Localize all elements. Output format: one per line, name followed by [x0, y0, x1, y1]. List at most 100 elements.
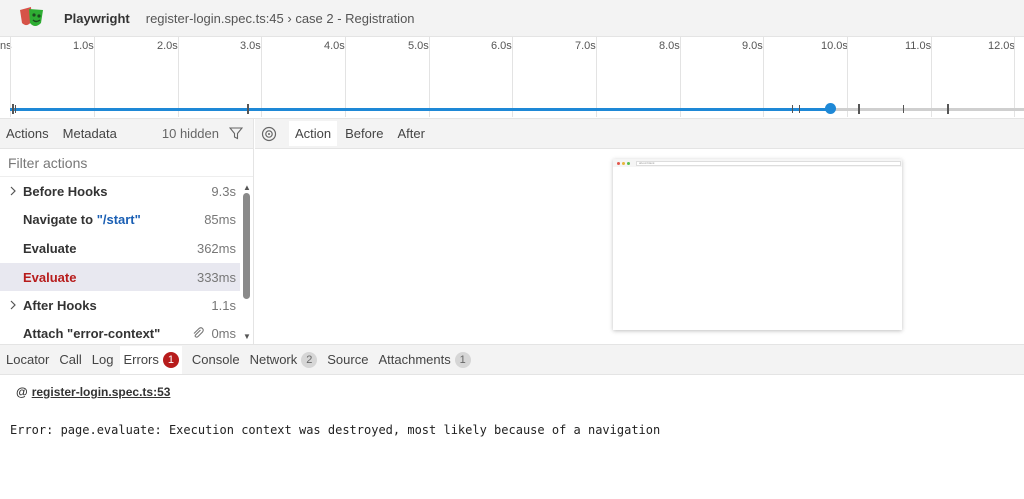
error-location: @ register-login.spec.ts:53 — [16, 385, 170, 399]
timeline-tick-label: 12.0s — [988, 40, 1015, 52]
network-count-badge: 2 — [301, 351, 318, 368]
action-name: After Hooks — [23, 297, 97, 313]
timeline-tick-label: 11.0s — [905, 40, 932, 52]
actions-list: Before Hooks 9.3s Navigate to "/start" 8… — [0, 177, 253, 343]
timeline-tick-label: 4.0s — [324, 40, 345, 52]
window-dot-icon — [617, 161, 620, 165]
timeline-gridline — [763, 37, 764, 117]
timeline-tick-label: 3.0s — [240, 40, 261, 52]
details-tabbar: Locator Call Log Errors 1 Console Network… — [0, 344, 1024, 375]
action-row-navigate[interactable]: Navigate to "/start" 85ms — [0, 205, 240, 233]
action-row-before-hooks[interactable]: Before Hooks 9.3s — [0, 177, 240, 205]
chevron-right-icon[interactable] — [3, 184, 23, 199]
tab-after[interactable]: After — [391, 121, 430, 146]
tab-action[interactable]: Action — [289, 121, 338, 146]
tab-locator[interactable]: Locator — [6, 352, 49, 367]
timeline-action-marker[interactable] — [947, 104, 949, 114]
action-duration: 1.1s — [211, 297, 236, 313]
snapshot-url: about:blank — [636, 160, 901, 166]
timeline-gridline — [178, 37, 179, 117]
timeline-gridline — [261, 37, 262, 117]
timeline-action-marker[interactable] — [903, 105, 904, 113]
filter-actions-input[interactable]: Filter actions — [0, 149, 253, 177]
action-duration: 333ms — [196, 269, 236, 285]
error-source-link[interactable]: register-login.spec.ts:53 — [32, 385, 171, 399]
window-dot-icon — [622, 161, 625, 165]
action-duration: 9.3s — [211, 183, 236, 199]
pick-locator-icon[interactable] — [261, 126, 277, 142]
action-duration: 85ms — [204, 211, 236, 227]
timeline-gridline — [10, 37, 11, 117]
timeline-gridline — [345, 37, 346, 117]
tab-before[interactable]: Before — [339, 121, 389, 146]
timeline-gridline — [429, 37, 430, 117]
action-row-evaluate[interactable]: Evaluate 362ms — [0, 234, 240, 262]
timeline-action-marker[interactable] — [792, 105, 793, 113]
timeline-action-marker[interactable] — [12, 104, 14, 114]
window-dot-icon — [627, 161, 630, 165]
timeline-tick-label: 7.0s — [575, 40, 596, 52]
scroll-down-arrow-icon[interactable]: ▼ — [243, 332, 251, 341]
timeline-action-marker[interactable] — [799, 105, 800, 113]
action-name: Evaluate — [23, 269, 77, 285]
action-url: "/start" — [96, 211, 141, 227]
tab-attachments[interactable]: Attachments 1 — [378, 351, 471, 368]
timeline-tick-label: 2.0s — [157, 40, 178, 52]
timeline-tick-label: 6.0s — [491, 40, 512, 52]
timeline-action-marker[interactable] — [15, 105, 16, 113]
attachments-count-badge: 1 — [454, 351, 471, 368]
tab-call[interactable]: Call — [59, 352, 81, 367]
filter-icon[interactable] — [228, 126, 244, 140]
scroll-up-arrow-icon[interactable]: ▲ — [243, 183, 251, 192]
timeline-action-marker[interactable] — [858, 104, 860, 114]
timeline-playhead-handle[interactable] — [825, 103, 836, 114]
timeline-tick-label: 10.0s — [821, 40, 848, 52]
actions-scrollbar[interactable]: ▲ ▼ — [241, 177, 253, 343]
errors-content: @ register-login.spec.ts:53 Error: page.e… — [0, 376, 1024, 499]
tab-errors[interactable]: Errors 1 — [120, 345, 182, 374]
paperclip-icon — [191, 326, 205, 340]
actions-tabbar: Actions Metadata 10 hidden — [0, 119, 253, 149]
snapshot-panel: Action Before After about:blank — [255, 119, 1024, 344]
snapshot-preview[interactable]: about:blank — [613, 159, 902, 330]
error-message: Error: page.evaluate: Execution context … — [10, 423, 661, 437]
action-row-attach[interactable]: Attach "error-context" 0ms — [0, 319, 240, 343]
scroll-thumb[interactable] — [243, 193, 250, 299]
timeline[interactable]: ns 1.0s 2.0s 3.0s 4.0s 5.0s 6.0s 7.0s 8.… — [0, 37, 1024, 119]
timeline-gridline — [1014, 37, 1015, 117]
timeline-tick-label: 9.0s — [742, 40, 763, 52]
timeline-gridline — [847, 37, 848, 117]
timeline-tick-label: 1.0s — [73, 40, 94, 52]
timeline-gridline — [931, 37, 932, 117]
timeline-tick-label: 5.0s — [408, 40, 429, 52]
action-row-evaluate-selected[interactable]: Evaluate 333ms — [0, 263, 240, 291]
timeline-progress — [10, 108, 830, 111]
action-name-prefix: Navigate to — [23, 211, 97, 227]
playwright-logo-icon — [17, 6, 47, 30]
errors-count-badge: 1 — [162, 351, 179, 368]
timeline-gridline — [512, 37, 513, 117]
timeline-action-marker[interactable] — [247, 104, 249, 114]
breadcrumb: register-login.spec.ts:45 › case 2 - Reg… — [145, 10, 415, 26]
timeline-gridline — [680, 37, 681, 117]
chevron-right-icon[interactable] — [3, 298, 23, 313]
tab-actions[interactable]: Actions — [6, 126, 49, 141]
action-name: Evaluate — [23, 240, 77, 256]
tab-metadata[interactable]: Metadata — [63, 126, 117, 141]
tab-source[interactable]: Source — [327, 352, 368, 367]
action-name: Before Hooks — [23, 183, 108, 199]
title-bar: Playwright register-login.spec.ts:45 › c… — [0, 0, 1024, 37]
action-name: Navigate to "/start" — [23, 212, 204, 227]
tab-network[interactable]: Network 2 — [250, 351, 318, 368]
action-row-after-hooks[interactable]: After Hooks 1.1s — [0, 291, 240, 319]
tab-log[interactable]: Log — [92, 352, 114, 367]
snapshot-tabbar: Action Before After — [255, 119, 1024, 149]
action-duration: 0ms — [211, 325, 236, 341]
actions-panel: Actions Metadata 10 hidden Filter action… — [0, 119, 254, 344]
error-at-symbol: @ — [16, 385, 28, 399]
app-title: Playwright — [64, 10, 130, 26]
hidden-count[interactable]: 10 hidden — [162, 126, 219, 141]
tab-console[interactable]: Console — [192, 352, 240, 367]
timeline-gridline — [94, 37, 95, 117]
action-duration: 362ms — [196, 240, 236, 256]
